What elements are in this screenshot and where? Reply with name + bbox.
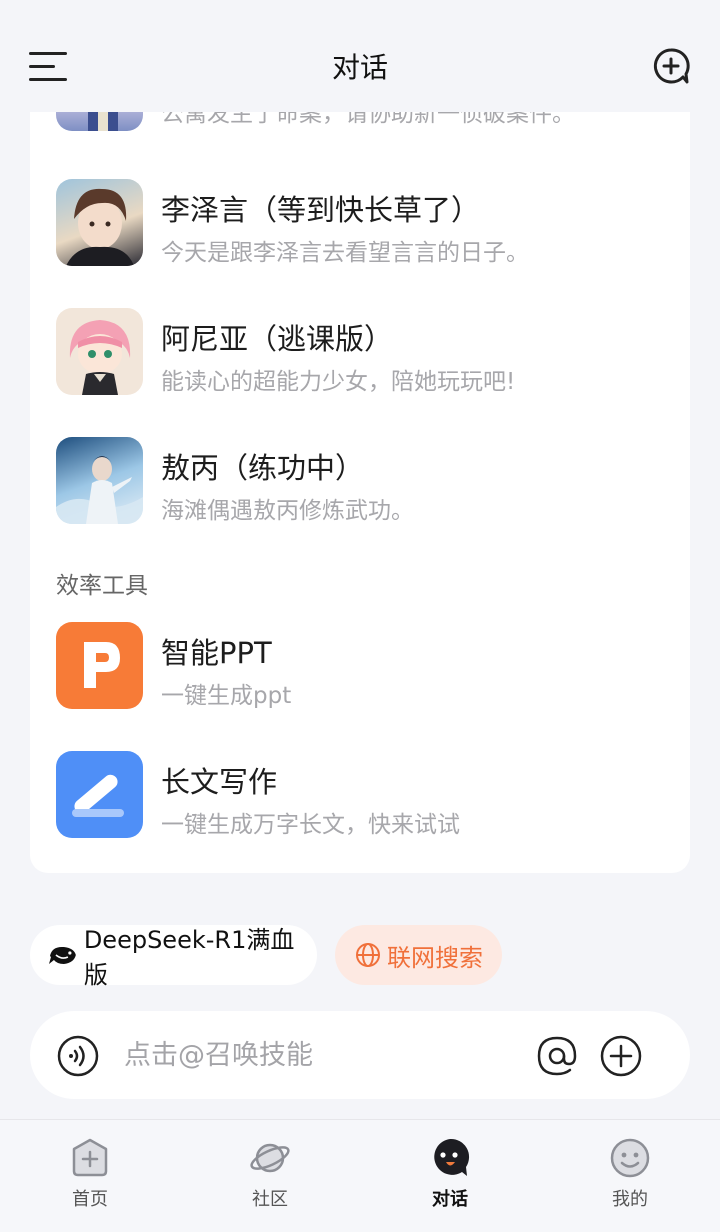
plus-icon bbox=[600, 1035, 642, 1077]
new-chat-icon bbox=[653, 48, 690, 84]
list-item-name: 阿尼亚（逃课版） bbox=[161, 322, 394, 356]
avatar bbox=[56, 308, 143, 395]
new-chat-button[interactable] bbox=[651, 46, 691, 86]
message-input-bar bbox=[30, 1011, 690, 1099]
agent-list-card: 公寓发生了命案，请协助新一侦破案件。 李泽言（等到快长草了） 今天是跟李泽言去看… bbox=[30, 80, 690, 873]
list-item-desc: 今天是跟李泽言去看望言言的日子。 bbox=[161, 240, 529, 266]
home-icon bbox=[72, 1138, 108, 1177]
smiley-icon bbox=[610, 1138, 650, 1178]
tool-item-desc: 一键生成ppt bbox=[161, 683, 292, 709]
tab-label: 社区 bbox=[252, 1189, 288, 1210]
tool-item-name: 长文写作 bbox=[161, 765, 278, 799]
mention-skill-button[interactable] bbox=[535, 1034, 579, 1078]
voice-icon bbox=[57, 1035, 99, 1077]
page-title: 对话 bbox=[331, 51, 388, 84]
ppt-icon bbox=[56, 622, 143, 709]
web-search-chip[interactable]: 联网搜索 bbox=[335, 925, 502, 985]
tool-item-smart-ppt[interactable]: 智能PPT 一键生成ppt bbox=[56, 622, 670, 712]
tool-item-desc: 一键生成万字长文，快来试试 bbox=[161, 812, 460, 838]
tab-home[interactable]: 首页 bbox=[30, 1120, 150, 1232]
whale-icon bbox=[48, 946, 76, 964]
section-title-efficiency-tools: 效率工具 bbox=[56, 573, 148, 599]
tab-label: 对话 bbox=[432, 1189, 468, 1210]
list-item-name: 敖丙（练功中） bbox=[161, 451, 365, 485]
voice-button[interactable] bbox=[56, 1034, 100, 1078]
at-sign-icon bbox=[537, 1036, 577, 1076]
list-item-desc: 能读心的超能力少女，陪她玩玩吧! bbox=[161, 369, 516, 395]
tab-label: 我的 bbox=[612, 1189, 648, 1210]
list-item-aobing[interactable]: 敖丙（练功中） 海滩偶遇敖丙修炼武功。 bbox=[56, 437, 670, 527]
add-attachment-button[interactable] bbox=[599, 1034, 643, 1078]
list-item-name: 李泽言（等到快长草了） bbox=[161, 193, 481, 227]
chat-ghost-icon bbox=[434, 1138, 470, 1176]
list-item-desc: 海滩偶遇敖丙修炼武功。 bbox=[161, 498, 414, 524]
planet-icon bbox=[250, 1143, 290, 1173]
pen-icon bbox=[56, 751, 143, 838]
list-item-anya[interactable]: 阿尼亚（逃课版） 能读心的超能力少女，陪她玩玩吧! bbox=[56, 308, 670, 398]
tool-item-name: 智能PPT bbox=[161, 636, 272, 670]
tool-item-long-writing[interactable]: 长文写作 一键生成万字长文，快来试试 bbox=[56, 751, 670, 841]
tab-profile[interactable]: 我的 bbox=[570, 1120, 690, 1232]
message-input[interactable] bbox=[124, 1033, 514, 1077]
tab-community[interactable]: 社区 bbox=[210, 1120, 330, 1232]
tab-chat[interactable]: 对话 bbox=[390, 1120, 510, 1232]
avatar bbox=[56, 437, 143, 524]
tab-label: 首页 bbox=[72, 1189, 108, 1210]
list-item-li-zeyan[interactable]: 李泽言（等到快长草了） 今天是跟李泽言去看望言言的日子。 bbox=[56, 179, 670, 269]
deepseek-model-chip[interactable]: DeepSeek-R1满血版 bbox=[30, 925, 317, 989]
model-chip-label: DeepSeek-R1满血版 bbox=[83, 926, 295, 989]
search-chip-label: 联网搜索 bbox=[387, 943, 483, 972]
globe-icon bbox=[356, 943, 380, 967]
bottom-tab-bar: 首页 社区 对话 我的 bbox=[0, 1119, 720, 1232]
top-bar: 对话 bbox=[0, 0, 720, 112]
avatar bbox=[56, 179, 143, 266]
